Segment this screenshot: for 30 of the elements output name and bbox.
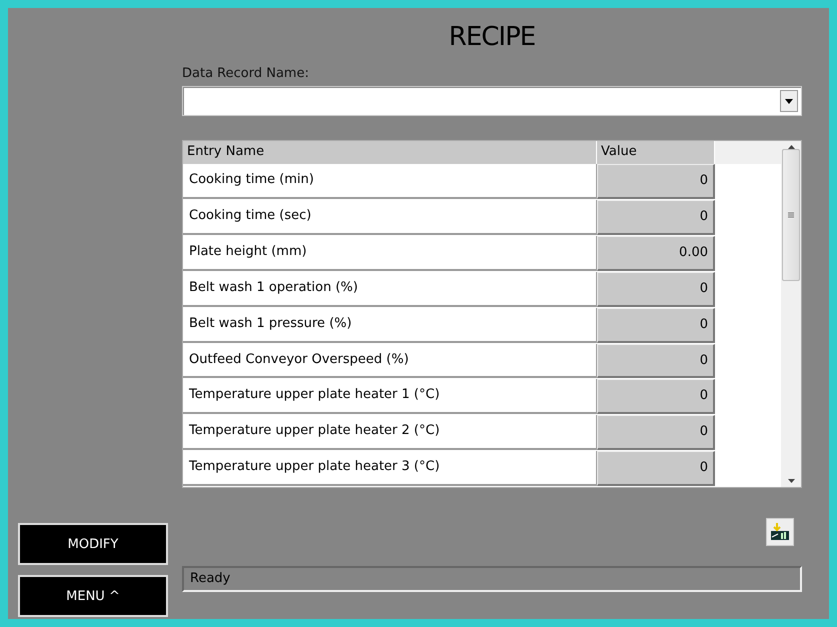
menu-button[interactable]: MENU ^ [18, 575, 168, 617]
modify-button[interactable]: MODIFY [18, 523, 168, 565]
scroll-thumb[interactable] [782, 149, 800, 281]
entry-name-cell: Belt wash 1 operation (%) [183, 272, 597, 307]
entry-name-cell: Cooking time (min) [183, 164, 597, 200]
entry-name-cell: Belt wash 1 pressure (%) [183, 308, 597, 343]
entry-name-cell: Temperature upper plate heater 2 (°C) [183, 415, 597, 450]
value-cell[interactable]: 0 [597, 164, 715, 200]
value-cell[interactable]: 0 [597, 344, 715, 378]
entry-name-cell: Temperature upper plate heater 1 (°C) [183, 379, 597, 414]
value-cell[interactable]: 0 [597, 415, 715, 450]
value-cell[interactable]: 0 [597, 308, 715, 343]
value-cell[interactable]: 0 [597, 451, 715, 486]
scrollbar[interactable] [781, 141, 801, 487]
page-title: RECIPE [448, 22, 536, 54]
value-cell[interactable]: 0 [597, 200, 715, 235]
column-header: Value [597, 141, 715, 164]
record-name-label: Data Record Name: [182, 66, 310, 83]
value-cell[interactable]: 0 [597, 379, 715, 414]
value-cell[interactable]: 0 [597, 272, 715, 307]
entry-name-cell: Outfeed Conveyor Overspeed (%) [183, 344, 597, 378]
value-cell[interactable]: 0.00 [597, 236, 715, 271]
download-chart-icon [770, 523, 790, 541]
import-button[interactable] [766, 518, 794, 546]
column-header: Entry Name [183, 141, 597, 164]
entry-name-cell: Temperature upper plate heater 3 (°C) [183, 451, 597, 486]
scroll-down-icon[interactable] [788, 479, 794, 483]
status-bar: Ready [182, 566, 802, 592]
entry-name-cell: Plate height (mm) [183, 236, 597, 271]
entry-name-cell: Cooking time (sec) [183, 200, 597, 235]
